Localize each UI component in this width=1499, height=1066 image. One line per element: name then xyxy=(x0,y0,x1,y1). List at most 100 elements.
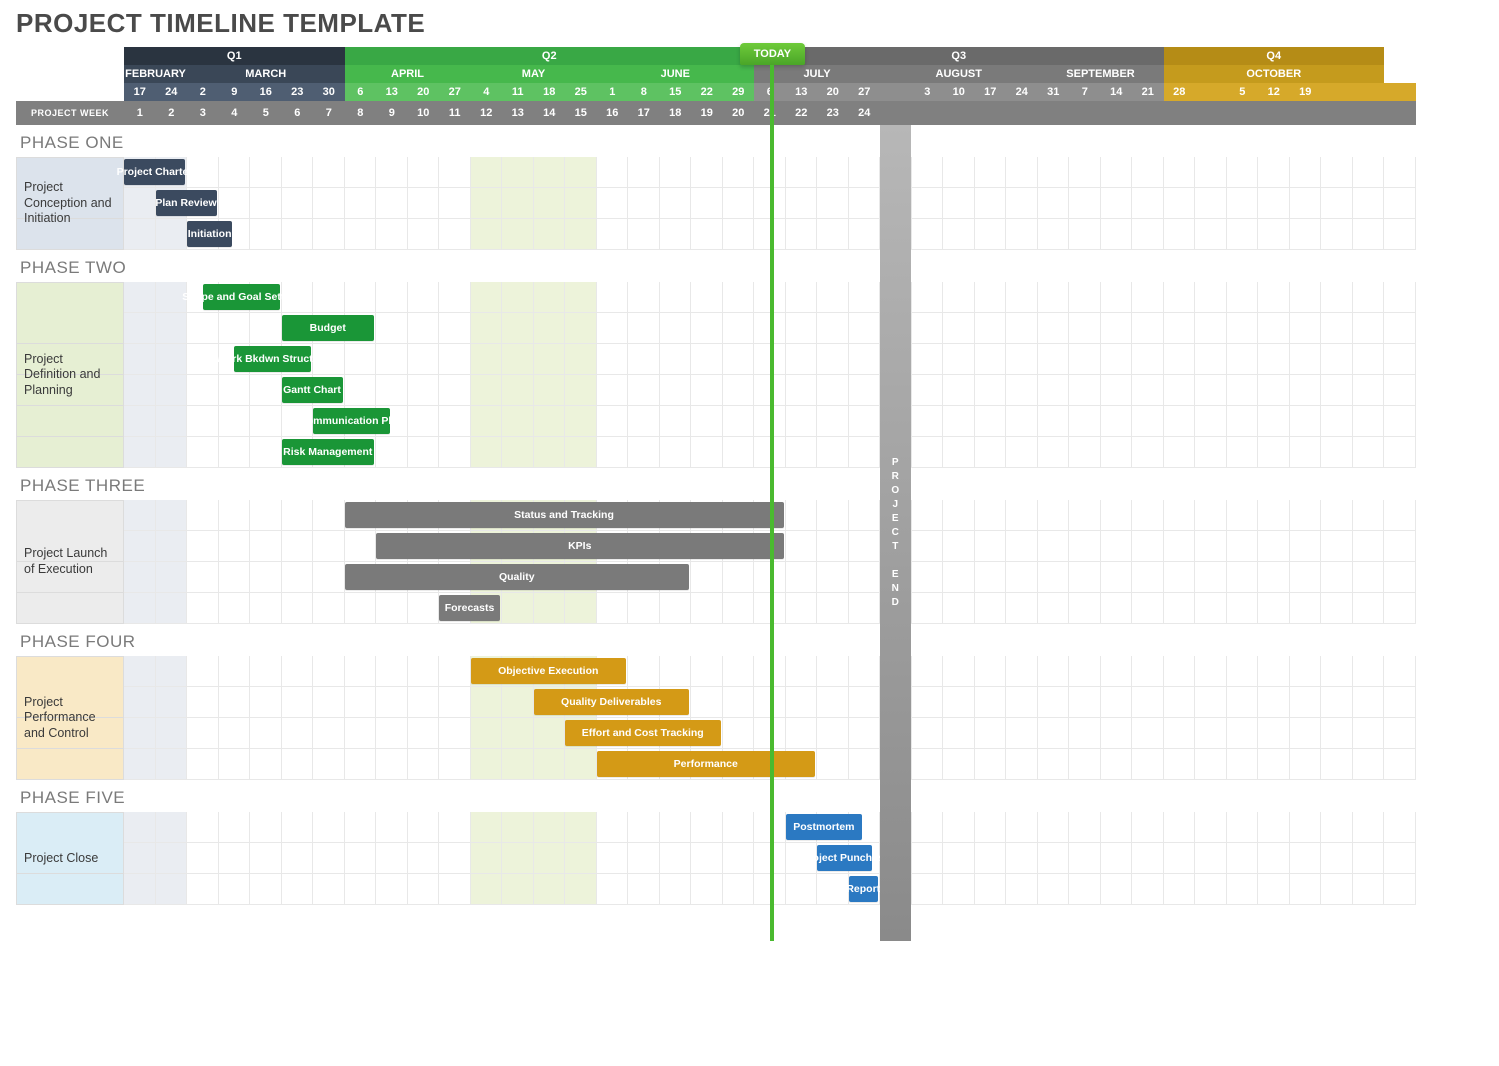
grid-cell xyxy=(124,375,156,406)
week-header: 14 xyxy=(534,101,566,125)
week-header: 3 xyxy=(187,101,219,125)
day-header: 10 xyxy=(943,83,975,101)
day-header: 1 xyxy=(597,83,629,101)
task-bar[interactable]: Performance xyxy=(597,751,816,777)
grid-cell xyxy=(471,219,503,250)
grid-cell xyxy=(1227,749,1259,780)
grid-cell xyxy=(1353,593,1385,624)
grid-cell xyxy=(597,843,629,874)
week-header: 15 xyxy=(565,101,597,125)
task-bar[interactable]: Project Punchlist xyxy=(817,845,872,871)
grid-cell xyxy=(691,843,723,874)
grid-cell xyxy=(817,313,849,344)
task-bar[interactable]: Budget xyxy=(282,315,375,341)
task-bar[interactable]: Quality xyxy=(345,564,690,590)
month-header: OCTOBER xyxy=(1164,65,1385,83)
task-bar[interactable]: Project Charter xyxy=(124,159,185,185)
task-bar[interactable]: Postmortem xyxy=(786,814,863,840)
grid-cell xyxy=(439,749,471,780)
grid-cell xyxy=(975,406,1007,437)
task-bar[interactable]: KPIs xyxy=(376,533,784,559)
grid-cell xyxy=(912,375,944,406)
week-header xyxy=(1195,101,1227,125)
grid-cell xyxy=(1353,157,1385,188)
grid-cell xyxy=(345,843,377,874)
grid-cell xyxy=(282,500,314,531)
grid-cell xyxy=(1164,375,1196,406)
task-bar[interactable]: Forecasts xyxy=(439,595,500,621)
grid-cell xyxy=(1195,219,1227,250)
task-bar[interactable]: Work Bkdwn Structure xyxy=(234,346,311,372)
grid-cell xyxy=(1353,718,1385,749)
grid-cell xyxy=(345,157,377,188)
grid-cell xyxy=(1006,188,1038,219)
grid-cell xyxy=(1258,344,1290,375)
grid-cell xyxy=(1258,437,1290,468)
grid-cell xyxy=(1227,843,1259,874)
grid-cell xyxy=(1258,749,1290,780)
grid-cell xyxy=(975,687,1007,718)
grid-cell xyxy=(187,749,219,780)
grid-cell xyxy=(376,313,408,344)
grid-cell xyxy=(313,843,345,874)
task-bar[interactable]: Gantt Chart xyxy=(282,377,343,403)
task-bar[interactable]: Communication Plan xyxy=(313,408,390,434)
task-bar[interactable]: Initiation xyxy=(187,221,232,247)
grid-cell xyxy=(439,375,471,406)
grid-cell xyxy=(691,188,723,219)
grid-cell xyxy=(1132,437,1164,468)
grid-cell xyxy=(849,344,881,375)
task-bar[interactable]: Status and Tracking xyxy=(345,502,784,528)
grid-cell xyxy=(1227,874,1259,905)
grid-cell xyxy=(1290,437,1322,468)
grid-cell xyxy=(1353,437,1385,468)
grid-cell xyxy=(1164,656,1196,687)
grid-cell xyxy=(1006,656,1038,687)
grid-cell xyxy=(1101,437,1133,468)
task-bar[interactable]: Effort and Cost Tracking xyxy=(565,720,721,746)
grid-cell xyxy=(565,344,597,375)
task-bar[interactable]: Plan Review xyxy=(156,190,217,216)
task-bar[interactable]: Scope and Goal Setting xyxy=(203,284,280,310)
grid-cell xyxy=(1132,656,1164,687)
task-bar[interactable]: Objective Execution xyxy=(471,658,627,684)
grid-cell xyxy=(817,749,849,780)
grid-cell xyxy=(1290,812,1322,843)
task-bar[interactable]: Quality Deliverables xyxy=(534,689,690,715)
grid-cell xyxy=(975,282,1007,313)
day-header: 24 xyxy=(1006,83,1038,101)
task-bar[interactable]: Risk Management xyxy=(282,439,375,465)
grid-cell xyxy=(1132,500,1164,531)
grid-cell xyxy=(376,656,408,687)
grid-cell xyxy=(471,749,503,780)
grid-cell xyxy=(1195,188,1227,219)
grid-cell xyxy=(376,157,408,188)
grid-cell xyxy=(156,718,188,749)
grid-cell xyxy=(786,531,818,562)
grid-cell xyxy=(817,593,849,624)
day-header: 20 xyxy=(408,83,440,101)
grid-cell xyxy=(124,656,156,687)
quarter-header: Q1 xyxy=(124,47,345,65)
grid-cell xyxy=(187,656,219,687)
grid-cell xyxy=(786,562,818,593)
grid-cell xyxy=(187,843,219,874)
grid-cell xyxy=(250,437,282,468)
grid-cell xyxy=(786,188,818,219)
grid-cell xyxy=(1101,282,1133,313)
grid-cell xyxy=(1101,219,1133,250)
grid-cell xyxy=(502,687,534,718)
grid-cell xyxy=(1164,843,1196,874)
grid-cell xyxy=(1038,593,1070,624)
week-header xyxy=(1258,101,1290,125)
grid-cell xyxy=(156,437,188,468)
task-bar[interactable]: Report xyxy=(849,876,879,902)
grid-cell xyxy=(1038,406,1070,437)
grid-cell xyxy=(817,500,849,531)
grid-cell xyxy=(660,157,692,188)
grid-cell xyxy=(1006,812,1038,843)
phase-label-text: Project Close xyxy=(16,812,124,905)
grid-cell xyxy=(975,344,1007,375)
grid-cell xyxy=(156,344,188,375)
grid-cell xyxy=(817,375,849,406)
